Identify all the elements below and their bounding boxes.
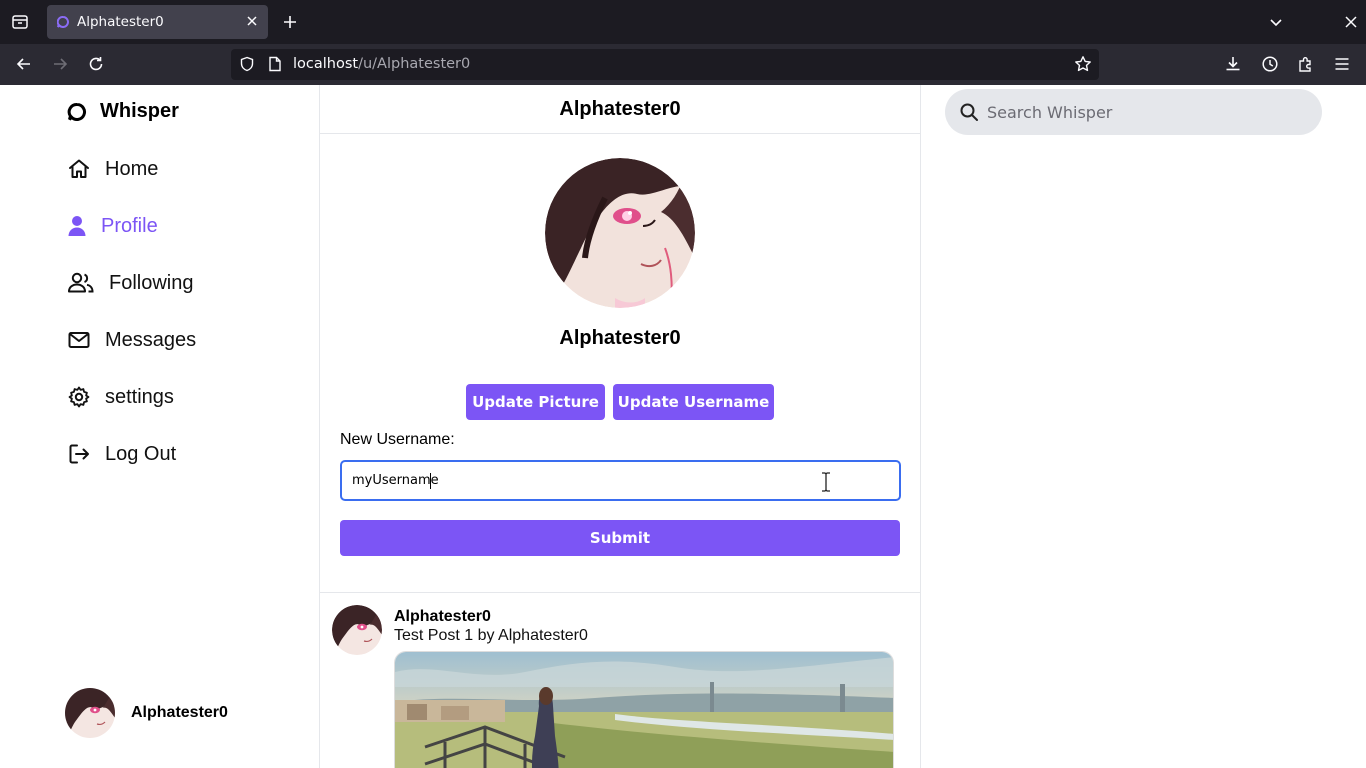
sidebar-item-following[interactable]: Following xyxy=(67,271,193,295)
new-username-input[interactable] xyxy=(340,460,901,501)
window-close-icon[interactable] xyxy=(1341,12,1361,32)
page-title: Alphatester0 xyxy=(559,97,681,120)
profile-name: Alphatester0 xyxy=(559,327,681,349)
sidebar-item-label: Log Out xyxy=(105,442,177,465)
download-icon[interactable] xyxy=(1223,54,1243,74)
brand-name: Whisper xyxy=(100,100,179,122)
url-text[interactable]: localhost/u/Alphatester0 xyxy=(293,56,470,72)
history-icon[interactable] xyxy=(1260,54,1280,74)
users-icon xyxy=(67,271,95,295)
mail-icon xyxy=(67,328,91,352)
tab-list-icon[interactable] xyxy=(1266,12,1286,32)
logout-icon xyxy=(67,442,91,466)
whisper-logo-icon xyxy=(67,102,86,121)
text-cursor-icon xyxy=(822,472,830,492)
text-caret xyxy=(430,473,431,489)
browser-tabbar: Alphatester0 xyxy=(0,0,1366,44)
user-icon xyxy=(67,214,87,238)
sidebar-item-label: settings xyxy=(105,385,174,408)
search-input[interactable] xyxy=(987,89,1307,135)
post-image[interactable] xyxy=(394,651,894,768)
browser-tab[interactable]: Alphatester0 xyxy=(47,5,268,39)
sidebar-item-label: Messages xyxy=(105,328,197,351)
sidebar-item-label: Following xyxy=(109,271,194,294)
main-column: Alphatester0 Alphatester0 Update Picture… xyxy=(320,85,921,768)
post-author[interactable]: Alphatester0 xyxy=(394,608,491,626)
update-username-button[interactable]: Update Username xyxy=(613,384,774,420)
new-tab-icon[interactable] xyxy=(280,12,300,32)
page: Whisper Home Profile Following Messages xyxy=(0,85,1366,768)
post-item[interactable]: Alphatester0 Test Post 1 by Alphatester0 xyxy=(320,593,920,768)
avatar[interactable] xyxy=(332,605,382,655)
post-text: Test Post 1 by Alphatester0 xyxy=(394,627,588,644)
sidebar-item-label: Home xyxy=(105,157,159,180)
url-path: /u/Alphatester0 xyxy=(358,56,471,72)
sidebar-item-profile[interactable]: Profile xyxy=(67,214,158,238)
sidebar-item-home[interactable]: Home xyxy=(67,157,158,181)
gear-icon xyxy=(67,385,91,409)
forward-icon[interactable] xyxy=(50,54,70,74)
update-picture-button[interactable]: Update Picture xyxy=(466,384,605,420)
sidebar-user[interactable]: Alphatester0 xyxy=(65,688,228,738)
browser-navbar: localhost/u/Alphatester0 xyxy=(0,44,1366,85)
sidebar: Whisper Home Profile Following Messages xyxy=(0,85,320,768)
tab-close-icon[interactable] xyxy=(244,13,260,29)
home-icon xyxy=(67,157,91,181)
shield-icon[interactable] xyxy=(237,54,257,74)
tab-title: Alphatester0 xyxy=(77,14,164,30)
right-column xyxy=(921,85,1366,768)
url-host: localhost xyxy=(293,56,359,72)
brand[interactable]: Whisper xyxy=(67,100,179,123)
new-username-label: New Username: xyxy=(340,431,455,448)
menu-icon[interactable] xyxy=(1332,54,1352,74)
page-icon[interactable] xyxy=(265,54,285,74)
search-icon xyxy=(960,103,978,121)
main-header: Alphatester0 xyxy=(320,85,920,134)
submit-button[interactable]: Submit xyxy=(340,520,900,556)
sidebar-item-label: Profile xyxy=(101,214,158,237)
search-box[interactable] xyxy=(945,89,1322,135)
profile-avatar xyxy=(545,158,695,308)
favicon-icon xyxy=(57,16,69,28)
reload-icon[interactable] xyxy=(86,54,106,74)
sidebar-item-logout[interactable]: Log Out xyxy=(67,442,176,466)
extensions-icon[interactable] xyxy=(1296,54,1316,74)
avatar xyxy=(65,688,115,738)
sidebar-user-name: Alphatester0 xyxy=(131,704,228,721)
sidebar-item-messages[interactable]: Messages xyxy=(67,328,196,352)
back-icon[interactable] xyxy=(14,54,34,74)
sidebar-item-settings[interactable]: settings xyxy=(67,385,174,409)
tab-overview-icon[interactable] xyxy=(10,12,30,32)
url-bar[interactable]: localhost/u/Alphatester0 xyxy=(231,49,1099,80)
bookmark-star-icon[interactable] xyxy=(1073,54,1093,74)
